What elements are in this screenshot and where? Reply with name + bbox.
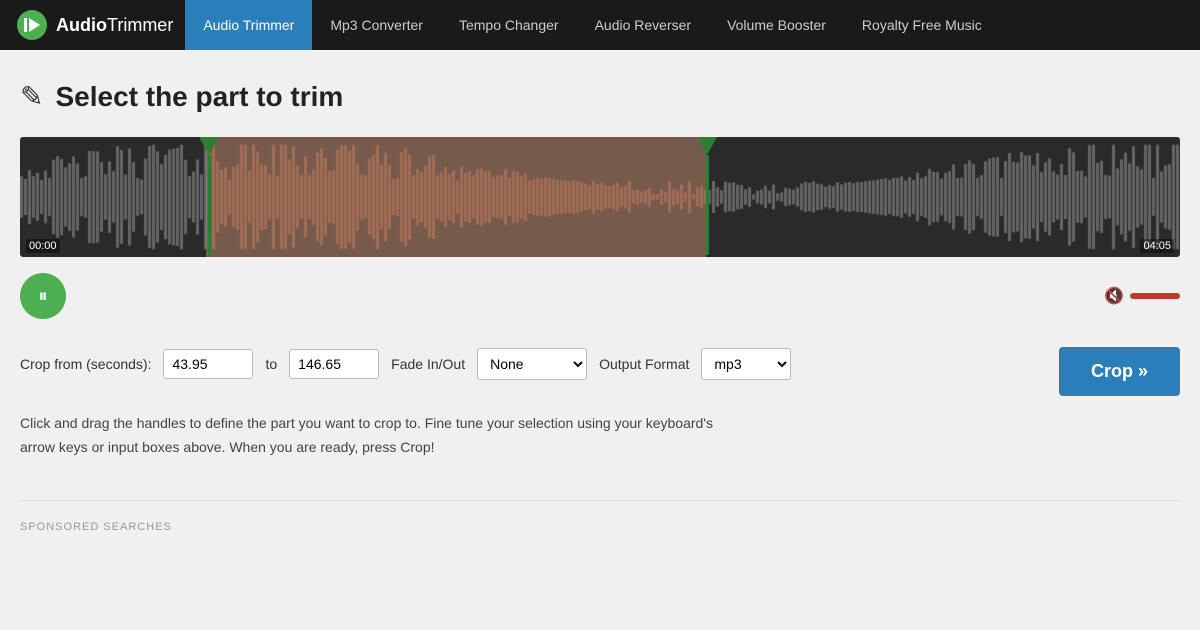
nav-volume-booster[interactable]: Volume Booster <box>709 0 844 50</box>
nav-mp3-converter[interactable]: Mp3 Converter <box>312 0 441 50</box>
edit-icon: ✎ <box>20 80 43 113</box>
crop-to-input[interactable] <box>289 349 379 379</box>
nav-audio-reverser[interactable]: Audio Reverser <box>577 0 710 50</box>
main-content: ✎ Select the part to trim 00:00 04:05 ⏸ … <box>0 50 1200 555</box>
nav-links: Audio Trimmer Mp3 Converter Tempo Change… <box>185 0 999 50</box>
sponsored-section: SPONSORED SEARCHES <box>20 500 1180 535</box>
volume-control: 🔇 <box>1104 286 1180 306</box>
fade-label: Fade In/Out <box>391 356 465 372</box>
output-format-label: Output Format <box>599 356 689 372</box>
play-pause-button[interactable]: ⏸ <box>20 273 66 319</box>
volume-icon: 🔇 <box>1104 286 1124 306</box>
volume-slider[interactable] <box>1130 293 1180 299</box>
left-handle-line <box>208 155 211 255</box>
time-label-start: 00:00 <box>26 239 60 253</box>
logo[interactable]: AudioTrimmer <box>16 9 173 41</box>
controls-row: ⏸ 🔇 <box>20 265 1180 327</box>
nav-tempo-changer[interactable]: Tempo Changer <box>441 0 577 50</box>
crop-from-label: Crop from (seconds): <box>20 356 151 372</box>
left-handle-arrow <box>199 137 219 155</box>
navbar: AudioTrimmer Audio Trimmer Mp3 Converter… <box>0 0 1200 50</box>
page-title: Select the part to trim <box>55 81 343 113</box>
right-handle-line <box>706 155 709 255</box>
to-label: to <box>265 356 277 372</box>
handle-right[interactable] <box>698 137 716 255</box>
crop-settings: Crop from (seconds): to Fade In/Out None… <box>20 348 791 380</box>
sponsored-label: SPONSORED SEARCHES <box>20 521 172 533</box>
nav-audio-trimmer[interactable]: Audio Trimmer <box>185 0 312 50</box>
output-format-select[interactable]: mp3 wav ogg m4a <box>701 348 791 380</box>
fade-select[interactable]: None Fade In Fade Out Fade In/Out <box>477 348 587 380</box>
logo-text: AudioTrimmer <box>56 15 173 36</box>
play-pause-icon: ⏸ <box>39 286 48 307</box>
logo-icon <box>16 9 48 41</box>
page-title-row: ✎ Select the part to trim <box>20 80 1180 113</box>
handle-left[interactable] <box>200 137 218 255</box>
waveform-selection[interactable] <box>206 137 706 257</box>
crop-from-input[interactable] <box>163 349 253 379</box>
crop-button[interactable]: Crop » <box>1059 347 1180 396</box>
waveform-container[interactable]: 00:00 04:05 <box>20 137 1180 257</box>
time-label-end: 04:05 <box>1140 239 1174 253</box>
right-handle-arrow <box>697 137 717 155</box>
help-text: Click and drag the handles to define the… <box>20 412 720 460</box>
nav-royalty-free-music[interactable]: Royalty Free Music <box>844 0 1000 50</box>
